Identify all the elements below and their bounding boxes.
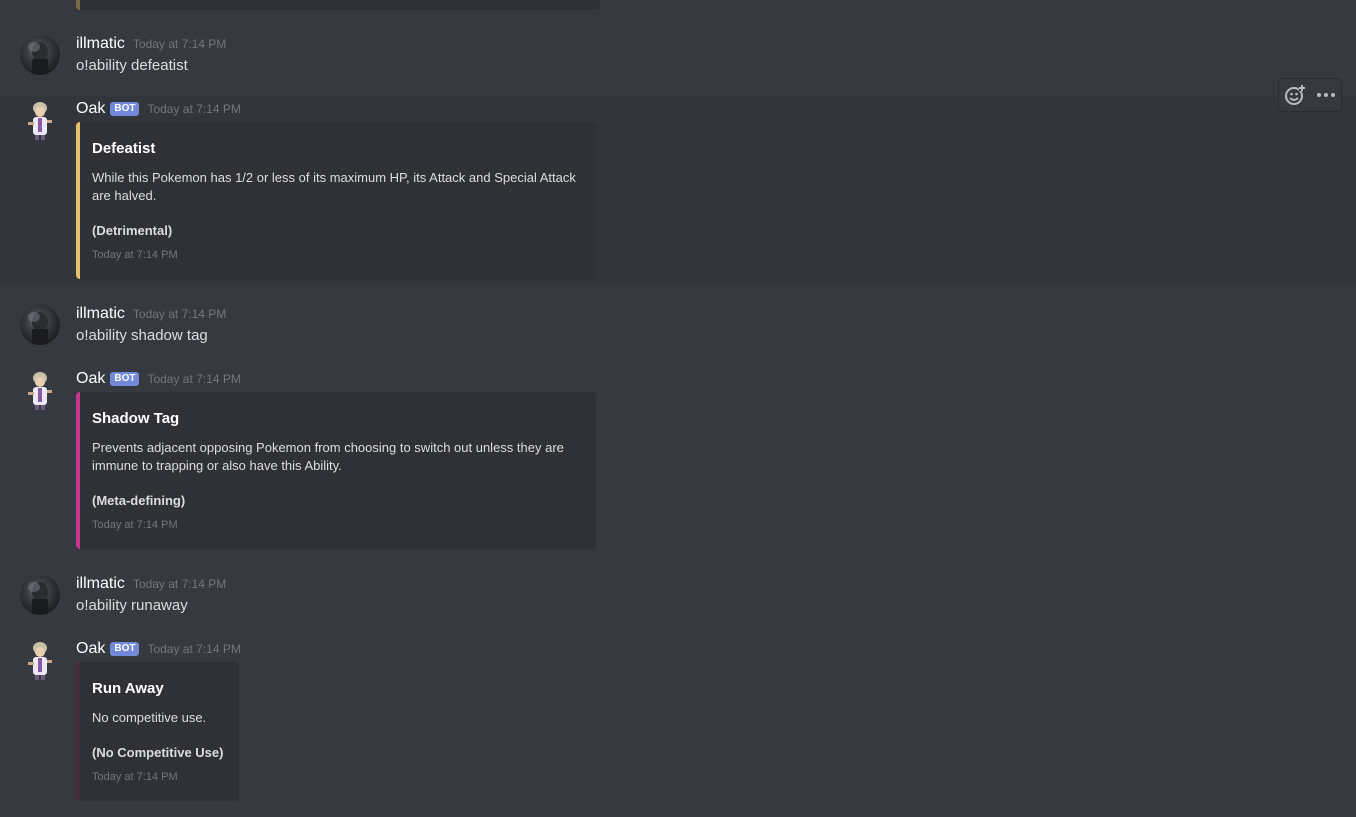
message-content: o!ability shadow tag: [76, 327, 208, 344]
embed-description: No competitive use.: [92, 710, 207, 725]
message-bot: Oak BOT Today at 7:14 PM Run Away No com…: [0, 635, 1356, 810]
message-content: o!ability runaway: [76, 597, 188, 614]
username[interactable]: illmatic: [76, 35, 125, 53]
username[interactable]: illmatic: [76, 305, 125, 323]
embed-title: Defeatist: [92, 140, 156, 157]
avatar[interactable]: [20, 370, 60, 410]
ability-embed: Shadow Tag Prevents adjacent opposing Po…: [76, 392, 596, 549]
avatar[interactable]: [20, 305, 60, 345]
bot-tag: BOT: [110, 372, 140, 386]
user-avatar-image: [28, 582, 48, 615]
message-timestamp: Today at 7:14 PM: [132, 307, 227, 321]
message-timestamp: Today at 7:14 PM: [147, 642, 241, 656]
embed-footer-timestamp: Today at 7:14 PM: [92, 249, 178, 261]
message-user: illmatic Today at 7:14 PM o!ability shad…: [0, 298, 1356, 360]
username[interactable]: Oak: [76, 100, 105, 118]
message-timestamp: Today at 7:14 PM: [147, 372, 241, 386]
embed-rating: (No Competitive Use): [92, 745, 224, 760]
username[interactable]: illmatic: [76, 575, 125, 593]
message-timestamp: Today at 7:14 PM: [147, 102, 241, 116]
avatar[interactable]: [20, 35, 60, 75]
user-avatar-image: [28, 312, 48, 345]
embed-title: Shadow Tag: [92, 410, 180, 427]
embed-footer-timestamp: Today at 7:14 PM: [92, 519, 178, 531]
ability-embed: Run Away No competitive use. (No Competi…: [76, 662, 239, 801]
bot-tag: BOT: [110, 642, 140, 656]
embed-color-bar: [76, 392, 80, 549]
message-user: illmatic Today at 7:14 PM o!ability runa…: [0, 568, 1356, 630]
avatar[interactable]: [20, 100, 60, 140]
avatar[interactable]: [20, 575, 60, 615]
embed-description: While this Pokemon has 1/2 or less of it…: [92, 170, 576, 203]
message-content: o!ability defeatist: [76, 57, 188, 74]
bot-avatar-image: [28, 642, 52, 680]
embed-color-bar: [76, 662, 80, 801]
ability-embed: Defeatist While this Pokemon has 1/2 or …: [76, 122, 596, 279]
more-options-icon[interactable]: [1314, 83, 1338, 107]
bot-avatar-image: [28, 102, 52, 140]
username[interactable]: Oak: [76, 370, 105, 388]
message-bot: Oak BOT Today at 7:14 PM Shadow Tag Prev…: [0, 365, 1356, 553]
embed-rating: (Detrimental): [92, 223, 173, 238]
message-timestamp: Today at 7:14 PM: [132, 37, 227, 51]
avatar[interactable]: [20, 640, 60, 680]
embed-description: Prevents adjacent opposing Pokemon from …: [92, 440, 564, 473]
user-avatar-image: [28, 42, 48, 75]
embed-rating: (Meta-defining): [92, 493, 186, 508]
bot-tag: BOT: [110, 102, 140, 116]
message-hover-actions: [1278, 78, 1342, 112]
add-reaction-icon[interactable]: [1283, 83, 1307, 107]
username[interactable]: Oak: [76, 640, 105, 658]
bot-avatar-image: [28, 372, 52, 410]
embed-title: Run Away: [92, 680, 164, 697]
message-bot: Oak BOT Today at 7:14 PM Defeatist While…: [0, 95, 1356, 283]
previous-embed-fragment: [76, 0, 600, 10]
embed-footer-timestamp: Today at 7:14 PM: [92, 771, 178, 783]
message-user: illmatic Today at 7:14 PM o!ability defe…: [0, 28, 1356, 90]
message-timestamp: Today at 7:14 PM: [132, 577, 227, 591]
embed-color-bar: [76, 122, 80, 279]
